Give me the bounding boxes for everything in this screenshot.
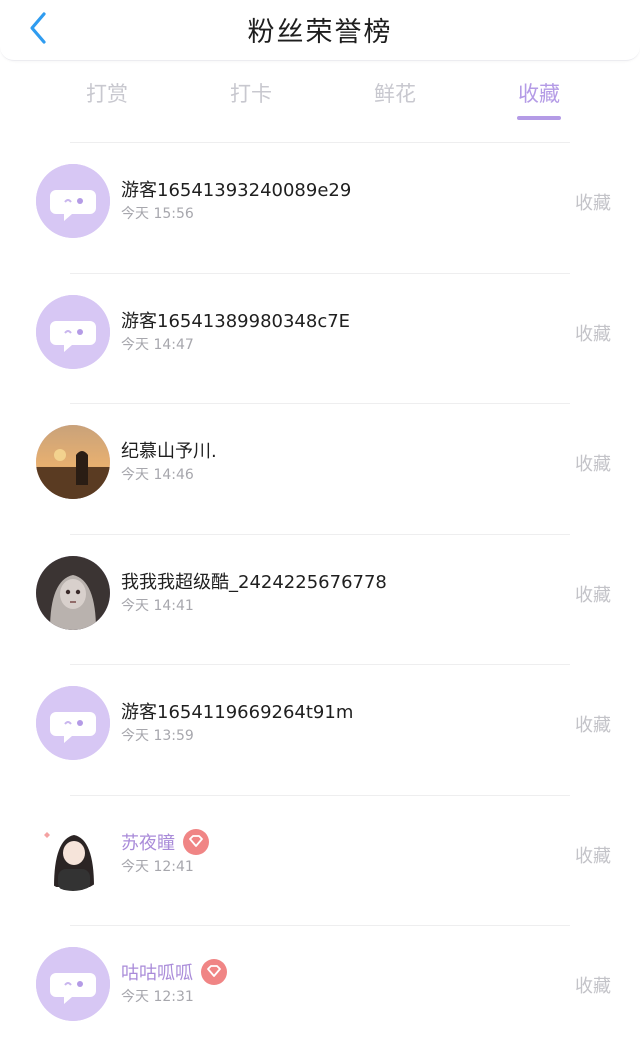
default-chat-avatar: [36, 947, 110, 1021]
default-chat-avatar: [36, 294, 110, 369]
list-item[interactable]: 纪慕山予川. 今天 14:46 收藏: [36, 403, 611, 534]
fan-time: 今天 12:31: [121, 989, 194, 1005]
fan-name: 咕咕呱呱: [121, 959, 227, 987]
fan-name: 游客16541393240089e29: [121, 180, 352, 201]
favorite-action[interactable]: 收藏: [575, 581, 611, 607]
fan-list: 游客16541393240089e29 今天 15:56 收藏 游客165413…: [0, 142, 640, 1056]
favorite-action[interactable]: 收藏: [575, 450, 611, 476]
fan-name: 我我我超级酷_2424225676778: [121, 571, 387, 593]
list-item[interactable]: 游客16541393240089e29 今天 15:56 收藏: [36, 142, 611, 273]
active-tab-indicator: [517, 116, 561, 120]
favorite-action[interactable]: 收藏: [575, 189, 611, 215]
tab-bar: 打赏 打卡 鲜花 收藏: [0, 66, 640, 126]
tab-favorites[interactable]: 收藏: [494, 78, 584, 120]
fan-name: 游客16541389980348c7E: [121, 310, 351, 332]
fan-time: 今天 15:56: [121, 206, 194, 222]
fan-time: 今天 14:41: [121, 597, 194, 614]
fan-name: 游客1654119669264t91m: [121, 702, 354, 723]
fan-time: 今天 13:59: [121, 728, 194, 744]
page-title: 粉丝荣誉榜: [247, 17, 393, 48]
favorite-action[interactable]: 收藏: [575, 320, 611, 346]
vip-diamond-icon: [183, 828, 209, 855]
list-item[interactable]: 苏夜瞳 今天 12:41 收藏: [36, 794, 611, 926]
fan-time: 今天 12:41: [121, 858, 194, 875]
sunset-photo-avatar: [36, 425, 110, 499]
tab-checkin[interactable]: 打卡: [206, 78, 296, 108]
list-item[interactable]: 游客1654119669264t91m 今天 13:59 收藏: [36, 664, 611, 795]
list-item[interactable]: 咕咕呱呱 今天 12:31 收藏: [36, 925, 611, 1056]
tab-flowers[interactable]: 鲜花: [350, 78, 440, 108]
tab-reward[interactable]: 打赏: [62, 78, 152, 108]
top-bar: 粉丝荣誉榜: [0, 0, 640, 61]
default-chat-avatar: [36, 686, 110, 760]
chibi-girl-avatar: [36, 816, 110, 891]
fan-name: 苏夜瞳: [121, 828, 209, 857]
favorite-action[interactable]: 收藏: [575, 711, 611, 737]
list-item[interactable]: 我我我超级酷_2424225676778 今天 14:41 收藏: [36, 533, 611, 665]
vip-diamond-icon: [201, 959, 227, 985]
favorite-action[interactable]: 收藏: [575, 842, 611, 868]
list-item[interactable]: 游客16541389980348c7E 今天 14:47 收藏: [36, 272, 611, 404]
default-chat-avatar: [36, 164, 110, 238]
fan-name: 纪慕山予川.: [121, 441, 217, 462]
favorite-action[interactable]: 收藏: [575, 972, 611, 998]
fan-time: 今天 14:46: [121, 467, 194, 483]
anime-girl-avatar: [36, 555, 110, 630]
fan-time: 今天 14:47: [121, 336, 194, 353]
